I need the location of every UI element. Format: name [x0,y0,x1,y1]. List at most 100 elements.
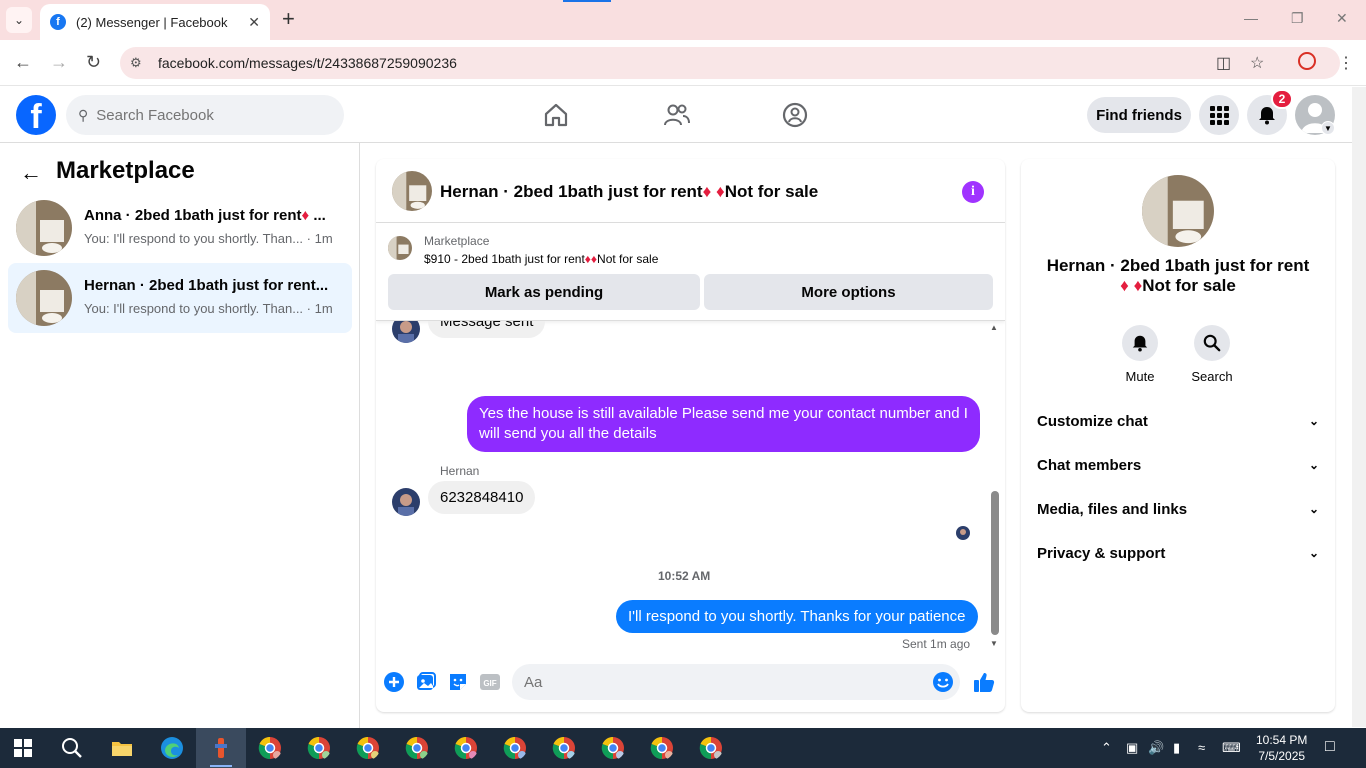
network-icon[interactable]: ≈ [1198,740,1205,755]
plus-circle-icon[interactable] [383,671,405,693]
site-info-icon[interactable]: ⚙ [130,55,148,71]
sender-name: Hernan [440,464,480,478]
listing-description[interactable]: $910 - 2bed 1bath just for rent♦♦Not for… [424,252,658,266]
search-input[interactable] [96,106,317,124]
window-close-icon[interactable]: ✕ [1336,10,1348,27]
reload-icon[interactable]: ↻ [86,52,101,73]
photo-icon[interactable] [415,671,437,693]
media-files-links-row[interactable]: Media, files and links ⌄ [1029,487,1327,531]
facebook-header: f ⚲ Find friends 2 ▼ [0,87,1352,143]
file-explorer-icon[interactable] [110,736,134,760]
menu-grid-button[interactable] [1199,95,1239,135]
info-icon[interactable]: i [962,181,984,203]
listing-thumbnail [16,200,72,256]
notification-count-badge: 2 [1271,89,1293,109]
friends-icon[interactable] [662,101,690,129]
search-icon[interactable] [60,736,84,760]
chevron-down-icon: ⌄ [1308,458,1319,472]
keyboard-icon[interactable]: ⌨ [1222,740,1241,756]
profile-name: Hernan · 2bed 1bath just for rent ♦ ♦Not… [1046,256,1310,295]
minimize-icon[interactable]: — [1244,10,1258,26]
chrome-profile-icon[interactable] [503,736,527,760]
message-input-field[interactable] [512,664,960,700]
more-options-button[interactable]: More options [704,274,993,310]
battery-icon[interactable]: ▮ [1173,740,1180,756]
marketplace-sidebar: ← Marketplace Anna · 2bed 1bath just for… [0,143,360,728]
conversation-item-hernan[interactable]: Hernan · 2bed 1bath just for rent... You… [8,263,352,333]
outgoing-message[interactable]: Yes the house is still available Please … [467,396,980,452]
incoming-message[interactable]: Message sent [428,321,546,338]
chat-thumbnail[interactable] [392,171,432,211]
new-tab-plus-icon[interactable]: + [282,8,295,30]
home-icon[interactable] [542,101,570,129]
listing-thumbnail[interactable] [388,236,412,260]
gif-icon[interactable]: GIF [479,671,501,693]
read-receipt-avatar [956,526,970,540]
restore-icon[interactable]: ❐ [1291,10,1304,27]
mark-as-pending-button[interactable]: Mark as pending [388,274,700,310]
windows-taskbar: ⌃ ▣ 🔊 ▮ ≈ ⌨ 10:54 PM 7/5/2025 □ [0,728,1366,768]
chat-header: Hernan · 2bed 1bath just for rent♦ ♦Not … [376,159,1005,223]
chrome-profile-icon[interactable] [454,736,478,760]
install-app-icon[interactable]: ◫ [1216,53,1231,73]
system-clock[interactable]: 10:54 PM 7/5/2025 [1256,732,1307,764]
scrollbar-thumb[interactable] [991,491,999,635]
chrome-profile-icon[interactable] [650,736,674,760]
find-friends-button[interactable]: Find friends [1087,97,1191,133]
volume-icon[interactable]: 🔊 [1148,740,1164,756]
account-chevron-icon[interactable]: ▼ [1321,121,1335,135]
chrome-profile-icon[interactable] [552,736,576,760]
pinned-app-icon[interactable] [209,736,233,760]
url-bar[interactable]: ⚙ facebook.com/messages/t/24338687259090… [120,47,1340,79]
meet-now-icon[interactable]: ▣ [1126,740,1138,756]
tab-search-chevron-icon[interactable]: ⌄ [6,7,32,33]
sender-avatar[interactable] [392,321,420,343]
browser-menu-icon[interactable]: ⋮ [1338,53,1354,73]
chrome-profile-icon[interactable] [258,736,282,760]
thumbs-up-icon[interactable] [972,670,996,694]
scroll-up-arrow-icon[interactable]: ▲ [990,323,998,332]
incoming-message[interactable]: 6232848410 [428,481,536,514]
back-arrow-icon[interactable]: ← [14,52,32,73]
chat-members-row[interactable]: Chat members ⌄ [1029,443,1327,487]
bookmark-star-icon[interactable]: ☆ [1250,53,1264,73]
message-input[interactable] [524,673,904,691]
conversation-item-anna[interactable]: Anna · 2bed 1bath just for rent♦ ... You… [8,193,352,263]
groups-icon[interactable] [781,101,809,129]
facebook-logo-icon[interactable]: f [16,95,56,135]
profile-thumbnail[interactable] [1142,175,1214,247]
tab-close-icon[interactable]: ✕ [248,14,260,31]
customize-chat-row[interactable]: Customize chat ⌄ [1029,399,1327,443]
conversation-preview: You: I'll respond to you shortly. Than..… [84,231,333,246]
privacy-support-row[interactable]: Privacy & support ⌄ [1029,531,1327,575]
tray-overflow-chevron-icon[interactable]: ⌃ [1101,740,1112,756]
emoji-icon[interactable] [932,671,954,693]
conversation-title: Anna · 2bed 1bath just for rent♦ ... [84,207,326,224]
back-arrow-icon[interactable]: ← [20,160,42,186]
browser-profile-icon[interactable] [1298,52,1316,70]
chrome-profile-icon[interactable] [601,736,625,760]
page-scrollbar[interactable] [1352,87,1366,727]
edge-browser-icon[interactable] [160,736,184,760]
conversation-info-panel: Hernan · 2bed 1bath just for rent ♦ ♦Not… [1021,159,1335,712]
chat-scrollbar[interactable]: ▲ ▼ [989,321,1001,653]
outgoing-message[interactable]: I'll respond to you shortly. Thanks for … [616,600,978,633]
chat-title[interactable]: Hernan · 2bed 1bath just for rent♦ ♦Not … [440,182,818,202]
chrome-profile-icon[interactable] [405,736,429,760]
facebook-search[interactable]: ⚲ [66,95,344,135]
forward-arrow-icon[interactable]: → [50,52,68,73]
sent-status: Sent 1m ago [902,637,971,651]
svg-text:GIF: GIF [483,679,496,688]
scroll-down-arrow-icon[interactable]: ▼ [990,639,998,648]
sticker-icon[interactable] [447,671,469,693]
mute-button[interactable]: Mute [1110,325,1170,384]
search-conversation-button[interactable]: Search [1182,325,1242,384]
chrome-profile-icon[interactable] [356,736,380,760]
browser-tab[interactable]: f (2) Messenger | Facebook ✕ [40,4,270,40]
conversation-title: Hernan · 2bed 1bath just for rent... [84,277,329,294]
windows-start-icon[interactable] [14,739,32,757]
notification-center-icon[interactable]: □ [1325,738,1335,756]
sender-avatar[interactable] [392,488,420,516]
chrome-profile-icon[interactable] [699,736,723,760]
chrome-profile-icon[interactable] [307,736,331,760]
